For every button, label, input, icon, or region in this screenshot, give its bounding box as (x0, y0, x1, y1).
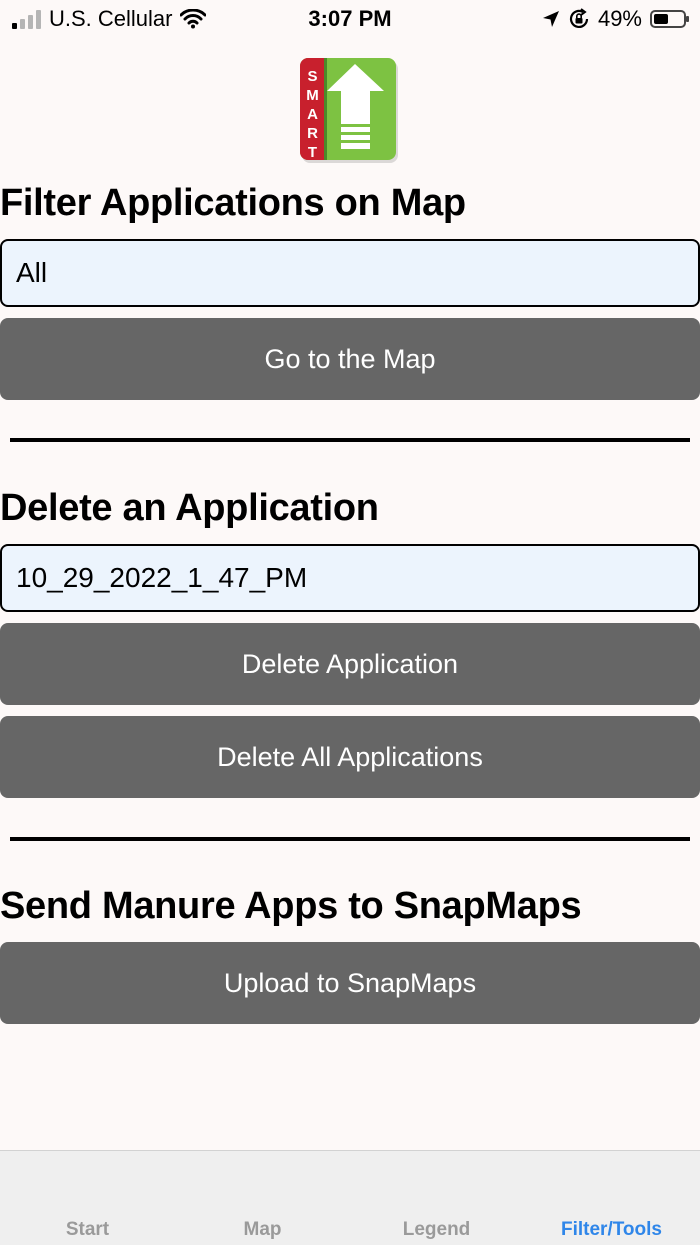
delete-application-button[interactable]: Delete Application (0, 623, 700, 705)
tab-legend[interactable]: Legend (349, 1219, 524, 1241)
battery-icon (650, 10, 689, 28)
logo-letter: R (307, 125, 318, 142)
logo-letter: A (307, 106, 318, 123)
tab-start[interactable]: Start (0, 1219, 175, 1241)
logo-letter: M (306, 87, 319, 104)
upload-to-snapmaps-button[interactable]: Upload to SnapMaps (0, 942, 700, 1024)
filter-section-title: Filter Applications on Map (0, 182, 466, 224)
application-picker[interactable]: 10_29_2022_1_47_PM (0, 544, 700, 612)
tab-bar: Start Map Legend Filter/Tools (0, 1150, 700, 1245)
go-to-map-button[interactable]: Go to the Map (0, 318, 700, 400)
section-divider (10, 438, 690, 442)
status-right: 49% (542, 6, 689, 32)
status-bar: U.S. Cellular 3:07 PM 49% (0, 0, 700, 40)
section-divider (10, 837, 690, 841)
logo-letter: T (308, 144, 317, 161)
logo-letter: S (307, 68, 317, 85)
delete-all-applications-button[interactable]: Delete All Applications (0, 716, 700, 798)
location-arrow-icon (542, 11, 559, 27)
tab-filter-tools[interactable]: Filter/Tools (524, 1219, 699, 1241)
filter-picker[interactable]: All (0, 239, 700, 307)
delete-section-title: Delete an Application (0, 487, 379, 529)
rotation-lock-icon (569, 8, 589, 28)
tab-map[interactable]: Map (175, 1219, 350, 1241)
smart-logo: S M A R T (300, 58, 398, 163)
battery-percent: 49% (597, 6, 642, 31)
send-section-title: Send Manure Apps to SnapMaps (0, 885, 582, 927)
